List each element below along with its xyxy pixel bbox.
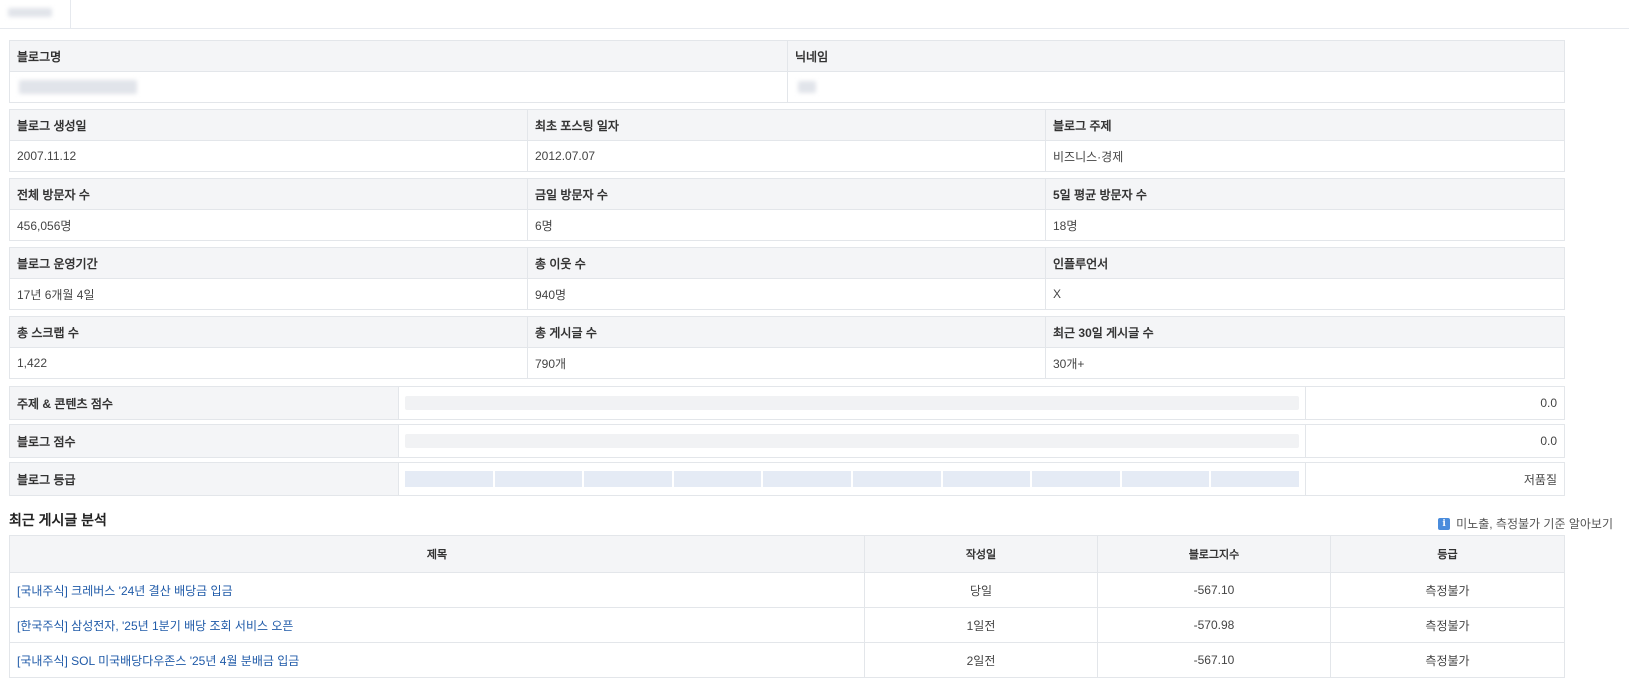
blog-created-header: 블로그 생성일 xyxy=(9,109,528,141)
top-tab-bar xyxy=(0,0,1629,29)
blog-grade-value: 저품질 xyxy=(1305,462,1565,496)
influencer-value: X xyxy=(1045,278,1565,310)
visitor-stats-table: 전체 방문자 수 금일 방문자 수 5일 평균 방문자 수 456,056명 6… xyxy=(9,178,1565,241)
recent-posts-value: 30개+ xyxy=(1045,347,1565,379)
tab-active[interactable] xyxy=(0,0,71,28)
operation-period-value: 17년 6개월 4일 xyxy=(9,278,528,310)
nickname-header: 닉네임 xyxy=(787,40,1565,72)
total-visitors-header: 전체 방문자 수 xyxy=(9,178,528,210)
content-score-row: 주제 & 콘텐츠 점수 0.0 xyxy=(9,386,1565,420)
blog-name-header: 블로그명 xyxy=(9,40,788,72)
info-icon: i xyxy=(1438,517,1451,530)
table-row: [국내주식] SOL 미국배당다우존스 '25년 4월 분배금 입금 2일전 -… xyxy=(9,642,1565,678)
blog-identity-table: 블로그명 닉네임 xyxy=(9,40,1565,103)
first-post-header: 최초 포스팅 일자 xyxy=(527,109,1046,141)
content-score-bar xyxy=(405,396,1299,410)
grade-segment xyxy=(673,471,762,487)
scraps-header: 총 스크랩 수 xyxy=(9,316,528,348)
recent-posts-header: 최근 30일 게시글 수 xyxy=(1045,316,1565,348)
total-posts-header: 총 게시글 수 xyxy=(527,316,1046,348)
grade-segment xyxy=(1121,471,1210,487)
post-date: 당일 xyxy=(864,572,1098,608)
blog-grade-label: 블로그 등급 xyxy=(9,462,399,496)
content-score-value: 0.0 xyxy=(1305,386,1565,420)
post-stats-table: 총 스크랩 수 총 게시글 수 최근 30일 게시글 수 1,422 790개 … xyxy=(9,316,1565,379)
nickname-value xyxy=(787,71,1565,103)
blog-created-value: 2007.11.12 xyxy=(9,140,528,172)
criteria-help-link[interactable]: i 미노출, 측정불가 기준 알아보기 xyxy=(1438,515,1613,532)
recent-posts-title: 최근 게시글 분석 xyxy=(9,512,107,528)
grade-segment xyxy=(852,471,941,487)
blog-topic-header: 블로그 주제 xyxy=(1045,109,1565,141)
post-title-link[interactable]: [국내주식] SOL 미국배당다우존스 '25년 4월 분배금 입금 xyxy=(9,642,865,678)
neighbors-header: 총 이웃 수 xyxy=(527,247,1046,279)
first-post-value: 2012.07.07 xyxy=(527,140,1046,172)
blog-name-value xyxy=(9,71,788,103)
post-blog-index: -567.10 xyxy=(1097,642,1331,678)
blog-topic-value: 비즈니스·경제 xyxy=(1045,140,1565,172)
table-row: [국내주식] 크레버스 '24년 결산 배당금 입금 당일 -567.10 측정… xyxy=(9,572,1565,608)
grade-segment xyxy=(763,471,851,487)
operation-period-header: 블로그 운영기간 xyxy=(9,247,528,279)
total-visitors-value: 456,056명 xyxy=(9,209,528,241)
blog-dates-table: 블로그 생성일 최초 포스팅 일자 블로그 주제 2007.11.12 2012… xyxy=(9,109,1565,172)
scraps-value: 1,422 xyxy=(9,347,528,379)
grade-segment xyxy=(1211,471,1299,487)
post-date: 2일전 xyxy=(864,642,1098,678)
col-grade-header: 등급 xyxy=(1330,535,1565,573)
blog-score-value: 0.0 xyxy=(1305,424,1565,458)
total-posts-value: 790개 xyxy=(527,347,1046,379)
content-score-label: 주제 & 콘텐츠 점수 xyxy=(9,386,399,420)
today-visitors-value: 6명 xyxy=(527,209,1046,241)
grade-segment xyxy=(494,471,583,487)
blog-grade-row: 블로그 등급 저품질 xyxy=(9,462,1565,496)
blog-score-label: 블로그 점수 xyxy=(9,424,399,458)
operation-stats-table: 블로그 운영기간 총 이웃 수 인플루언서 17년 6개월 4일 940명 X xyxy=(9,247,1565,310)
col-index-header: 블로그지수 xyxy=(1097,535,1331,573)
grade-segment xyxy=(942,471,1031,487)
recent-posts-table: 제목 작성일 블로그지수 등급 [국내주식] 크레버스 '24년 결산 배당금 … xyxy=(9,535,1565,678)
neighbors-value: 940명 xyxy=(527,278,1046,310)
blog-name-redacted xyxy=(19,80,137,94)
post-title-link[interactable]: [국내주식] 크레버스 '24년 결산 배당금 입금 xyxy=(9,572,865,608)
col-title-header: 제목 xyxy=(9,535,865,573)
grade-segment xyxy=(584,471,672,487)
blog-score-bar xyxy=(405,434,1299,448)
influencer-header: 인플루언서 xyxy=(1045,247,1565,279)
post-grade: 측정불가 xyxy=(1330,572,1565,608)
post-grade: 측정불가 xyxy=(1330,607,1565,643)
post-grade: 측정불가 xyxy=(1330,642,1565,678)
grade-segment xyxy=(1032,471,1120,487)
avg-visitors-value: 18명 xyxy=(1045,209,1565,241)
today-visitors-header: 금일 방문자 수 xyxy=(527,178,1046,210)
avg-visitors-header: 5일 평균 방문자 수 xyxy=(1045,178,1565,210)
tab-label-redacted xyxy=(8,8,52,17)
nickname-redacted xyxy=(798,81,816,93)
post-date: 1일전 xyxy=(864,607,1098,643)
criteria-help-text: 미노출, 측정불가 기준 알아보기 xyxy=(1456,517,1613,531)
grade-segment xyxy=(405,471,493,487)
post-title-link[interactable]: [한국주식] 삼성전자, '25년 1분기 배당 조회 서비스 오픈 xyxy=(9,607,865,643)
post-blog-index: -567.10 xyxy=(1097,572,1331,608)
blog-score-row: 블로그 점수 0.0 xyxy=(9,424,1565,458)
table-row: [한국주식] 삼성전자, '25년 1분기 배당 조회 서비스 오픈 1일전 -… xyxy=(9,607,1565,643)
post-blog-index: -570.98 xyxy=(1097,607,1331,643)
col-date-header: 작성일 xyxy=(864,535,1098,573)
grade-scale xyxy=(405,471,1299,487)
